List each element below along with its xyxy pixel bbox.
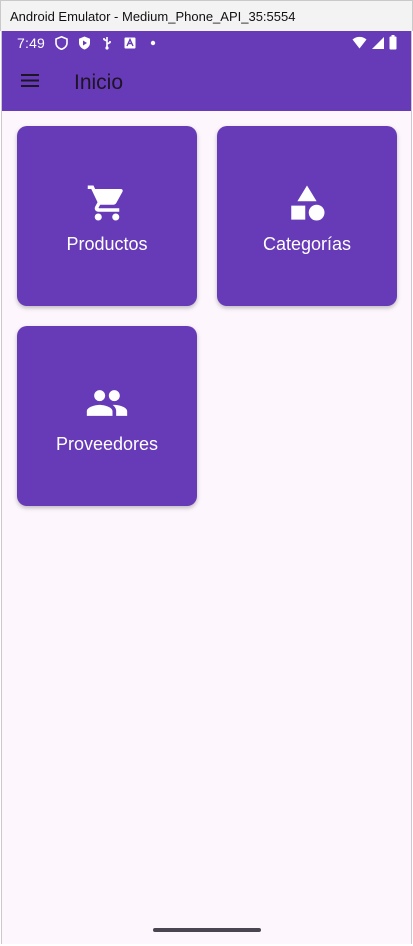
home-grid: Productos Categorías Proveedores — [17, 126, 397, 506]
tile-label: Proveedores — [55, 434, 159, 454]
shopping-cart-icon — [85, 181, 129, 225]
status-time: 7:49 — [17, 35, 46, 51]
status-icons-right — [352, 35, 397, 53]
app-bar: Inicio — [2, 55, 411, 111]
page-title: Inicio — [74, 71, 124, 94]
tile-label: Categorías — [262, 234, 352, 254]
app-notification-icon — [122, 35, 138, 51]
tile-proveedores[interactable]: Proveedores — [17, 326, 197, 506]
dot-icon — [145, 35, 161, 51]
tile-categorias[interactable]: Categorías — [217, 126, 397, 306]
battery-icon — [389, 35, 397, 53]
window-title: Android Emulator - Medium_Phone_API_35:5… — [10, 8, 296, 24]
signal-icon — [371, 36, 385, 53]
usb-debug-icon — [99, 35, 115, 51]
tile-label: Productos — [66, 234, 148, 254]
shield-icon — [53, 35, 69, 51]
menu-button[interactable] — [2, 55, 58, 111]
window-titlebar: Android Emulator - Medium_Phone_API_35:5… — [0, 0, 413, 31]
people-icon — [85, 381, 129, 425]
device-screen: 7:49 Inicio Productos Categorías Proveed… — [1, 31, 412, 944]
wifi-icon — [352, 36, 367, 52]
tile-productos[interactable]: Productos — [17, 126, 197, 306]
gesture-nav-handle[interactable] — [153, 928, 261, 932]
category-shapes-icon — [285, 181, 329, 225]
play-protect-icon — [76, 35, 92, 51]
hamburger-menu-icon — [20, 73, 40, 93]
status-bar: 7:49 — [2, 31, 411, 55]
